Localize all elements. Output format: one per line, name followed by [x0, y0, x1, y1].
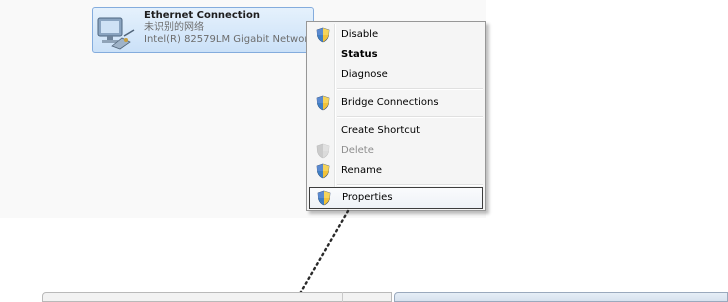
- uac-shield-icon: [316, 95, 330, 111]
- dialog-divider: [342, 292, 383, 302]
- properties-dialog-partial: [42, 292, 728, 302]
- menu-separator: [337, 116, 483, 118]
- adapter-network-status: 未识别的网络: [144, 22, 204, 33]
- menu-item-disable[interactable]: Disable: [309, 25, 483, 45]
- adapter-device-name: Intel(R) 82579LM Gigabit Network: [144, 34, 315, 45]
- ethernet-adapter-tile[interactable]: Ethernet Connection 未识别的网络 Intel(R) 8257…: [92, 7, 314, 53]
- uac-shield-icon: [316, 143, 330, 159]
- menu-item-label: Bridge Connections: [341, 97, 439, 108]
- menu-item-label: Diagnose: [341, 69, 388, 80]
- menu-item-properties[interactable]: Properties: [309, 187, 483, 209]
- menu-item-status[interactable]: Status: [309, 45, 483, 65]
- uac-shield-icon: [316, 27, 330, 43]
- menu-item-label: Status: [341, 49, 378, 60]
- menu-item-delete[interactable]: Delete: [309, 141, 483, 161]
- menu-item-label: Create Shortcut: [341, 125, 420, 136]
- dialog-left-frame: [42, 292, 392, 302]
- menu-item-rename[interactable]: Rename: [309, 161, 483, 181]
- dialog-right-frame: [394, 292, 728, 302]
- menu-item-create-shortcut[interactable]: Create Shortcut: [309, 121, 483, 141]
- network-connections-panel: Ethernet Connection 未识别的网络 Intel(R) 8257…: [0, 0, 486, 218]
- context-menu: Disable Status Diagnose Bridge Connectio…: [306, 21, 486, 211]
- menu-item-label: Disable: [341, 29, 379, 40]
- adapter-text-block: Ethernet Connection 未识别的网络 Intel(R) 8257…: [144, 10, 314, 46]
- menu-item-diagnose[interactable]: Diagnose: [309, 65, 483, 85]
- menu-item-label: Rename: [341, 165, 383, 176]
- menu-item-bridge-connections[interactable]: Bridge Connections: [309, 93, 483, 113]
- uac-shield-icon: [317, 190, 331, 206]
- adapter-name: Ethernet Connection: [144, 10, 260, 21]
- menu-item-label: Delete: [341, 145, 374, 156]
- menu-item-label: Properties: [342, 192, 393, 203]
- uac-shield-icon: [316, 163, 330, 179]
- network-adapter-icon: [97, 17, 135, 50]
- menu-separator: [337, 88, 483, 90]
- menu-separator: [337, 184, 483, 186]
